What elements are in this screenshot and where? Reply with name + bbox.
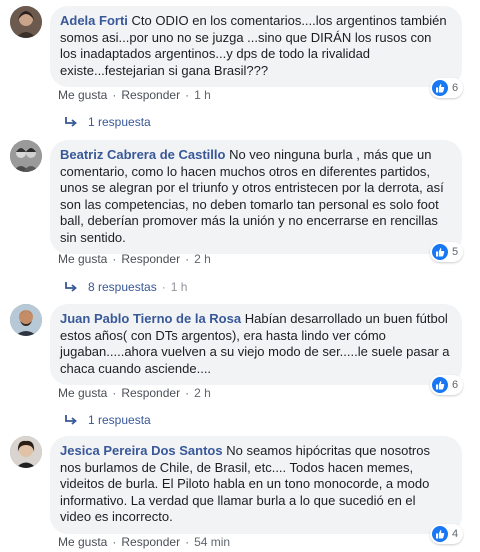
comment-author[interactable]: Beatriz Cabrera de Castillo [60,147,225,162]
separator: · [112,386,117,400]
comment-time[interactable]: 2 h [194,386,211,400]
reaction-count[interactable]: 5 [430,242,464,262]
separator: · [112,535,117,549]
reply-button[interactable]: Responder [121,535,180,549]
comment-bubble: Adela Forti Cto ODIO en los comentarios.… [50,6,462,87]
comment-bubble: Beatriz Cabrera de Castillo No veo ningu… [50,140,462,254]
avatar[interactable] [10,436,42,468]
like-reaction-icon [432,244,448,260]
reply-button[interactable]: Responder [121,252,180,266]
reaction-number: 5 [452,246,459,258]
separator: · [161,280,166,294]
separator: · [185,386,190,400]
reaction-number: 6 [452,82,459,94]
view-replies-link[interactable]: 1 respuesta [64,115,151,129]
avatar[interactable] [10,304,42,336]
reaction-count[interactable]: 4 [430,524,464,544]
comment-bubble: Juan Pablo Tierno de la Rosa Habían desa… [50,304,462,385]
reaction-count[interactable]: 6 [430,375,464,395]
like-button[interactable]: Me gusta [58,252,107,266]
replies-count[interactable]: 8 respuestas [88,280,157,294]
separator: · [112,252,117,266]
comment-author[interactable]: Jesica Pereira Dos Santos [60,443,223,458]
reply-button[interactable]: Responder [121,386,180,400]
comment-author[interactable]: Adela Forti [60,13,128,28]
reply-button[interactable]: Responder [121,88,180,102]
separator: · [185,88,190,102]
replies-time: 1 h [170,280,188,294]
reply-arrow-icon [65,282,77,292]
view-replies-link[interactable]: 1 respuesta [64,413,151,427]
comment-time[interactable]: 1 h [194,88,211,102]
replies-count[interactable]: 1 respuesta [88,413,151,427]
like-reaction-icon [432,377,448,393]
view-replies-link[interactable]: 8 respuestas · 1 h [64,280,187,294]
like-reaction-icon [432,80,448,96]
like-button[interactable]: Me gusta [58,535,107,549]
avatar[interactable] [10,6,42,38]
like-button[interactable]: Me gusta [58,386,107,400]
separator: · [185,535,190,549]
like-button[interactable]: Me gusta [58,88,107,102]
replies-count[interactable]: 1 respuesta [88,115,151,129]
like-reaction-icon [432,526,448,542]
reaction-number: 6 [452,379,459,391]
separator: · [185,252,190,266]
comment-actions: Me gusta · Responder · 2 h [58,252,211,266]
comment-actions: Me gusta · Responder · 2 h [58,386,211,400]
reaction-number: 4 [452,528,459,540]
avatar[interactable] [10,140,42,172]
reaction-count[interactable]: 6 [430,78,464,98]
comment-bubble: Jesica Pereira Dos Santos No seamos hipó… [50,436,462,534]
comment-time[interactable]: 54 min [194,535,230,549]
comment-time[interactable]: 2 h [194,252,211,266]
separator: · [112,88,117,102]
comment-author[interactable]: Juan Pablo Tierno de la Rosa [60,311,241,326]
comment-actions: Me gusta · Responder · 1 h [58,88,211,102]
reply-arrow-icon [65,415,77,425]
reply-arrow-icon [65,117,77,127]
comment-actions: Me gusta · Responder · 54 min [58,535,230,549]
